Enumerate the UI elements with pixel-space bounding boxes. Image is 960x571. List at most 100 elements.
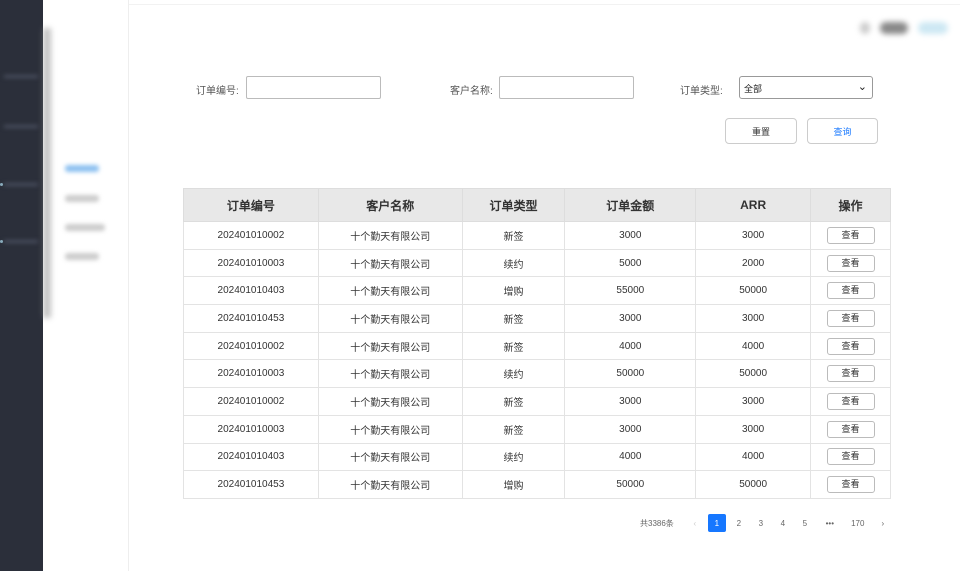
- arr-cell: 3000: [695, 414, 812, 444]
- customer-cell: 十个勤天有限公司: [317, 414, 463, 444]
- arr-cell: 50000: [695, 470, 812, 499]
- page-button[interactable]: 5: [796, 514, 814, 532]
- order-type-value: 全部: [744, 84, 763, 94]
- customer-cell: 十个勤天有限公司: [317, 248, 463, 278]
- sidebar-item[interactable]: [4, 183, 38, 186]
- amount-cell: 3000: [564, 414, 697, 444]
- customer-cell: 十个勤天有限公司: [317, 359, 463, 389]
- view-button[interactable]: 查看: [826, 420, 875, 438]
- column-header: 订单类型: [461, 188, 566, 222]
- view-button[interactable]: 查看: [826, 392, 875, 410]
- customer-cell: 十个勤天有限公司: [317, 331, 463, 361]
- order-no-cell: 202401010453: [183, 304, 319, 333]
- amount-cell: 5000: [564, 248, 697, 278]
- action-cell: 查看: [810, 331, 891, 361]
- customer-cell: 十个勤天有限公司: [317, 304, 463, 333]
- order-no-cell: 202401010002: [183, 221, 319, 250]
- table-row: 202401010403 十个勤天有限公司 续约 4000 4000 查看: [183, 442, 891, 472]
- view-button[interactable]: 查看: [826, 309, 875, 327]
- view-button[interactable]: 查看: [826, 448, 875, 466]
- order-type-cell: 续约: [461, 359, 566, 389]
- order-type-select[interactable]: 全部 ⌄: [739, 76, 873, 99]
- amount-cell: 3000: [564, 387, 697, 416]
- page-button[interactable]: 1: [707, 514, 726, 532]
- total-count: 共3386条: [640, 518, 674, 528]
- amount-cell: 50000: [564, 359, 697, 389]
- action-cell: 查看: [810, 359, 891, 389]
- order-type-cell: 增购: [461, 276, 566, 306]
- page-button[interactable]: 170: [846, 514, 870, 532]
- action-cell: 查看: [810, 304, 891, 333]
- reset-button[interactable]: 重置: [725, 118, 797, 144]
- sidebar-item[interactable]: [4, 75, 38, 78]
- order-type-cell: 新签: [461, 221, 566, 250]
- amount-cell: 4000: [564, 442, 697, 472]
- sidebar-item[interactable]: [4, 240, 38, 243]
- table-row: 202401010002 十个勤天有限公司 新签 3000 3000 查看: [183, 221, 891, 250]
- view-button[interactable]: 查看: [826, 226, 875, 244]
- submenu-item-active[interactable]: [65, 165, 99, 172]
- order-no-input[interactable]: [246, 76, 381, 99]
- active-indicator: [0, 183, 3, 186]
- chevron-down-icon: ⌄: [857, 81, 867, 93]
- order-no-cell: 202401010403: [183, 276, 319, 306]
- submenu-shadow: [43, 28, 51, 318]
- customer-cell: 十个勤天有限公司: [317, 387, 463, 416]
- order-type-cell: 续约: [461, 248, 566, 278]
- next-page-button[interactable]: ›: [874, 514, 892, 532]
- column-header: ARR: [695, 188, 812, 222]
- more-pages-button[interactable]: •••: [818, 514, 842, 532]
- order-no-cell: 202401010453: [183, 470, 319, 499]
- amount-cell: 55000: [564, 276, 697, 306]
- submenu-item[interactable]: [65, 253, 99, 260]
- submenu: [43, 0, 129, 571]
- pagination: 共3386条 ‹ 1 2 3 4 5 ••• 170 ›: [640, 514, 896, 532]
- customer-cell: 十个勤天有限公司: [317, 442, 463, 472]
- logout-link[interactable]: [918, 22, 948, 34]
- table-row: 202401010002 十个勤天有限公司 新签 3000 3000 查看: [183, 387, 891, 416]
- column-header: 订单金额: [564, 188, 697, 222]
- order-type-cell: 新签: [461, 387, 566, 416]
- arr-cell: 50000: [695, 276, 812, 306]
- order-type-cell: 新签: [461, 304, 566, 333]
- prev-page-button[interactable]: ‹: [686, 514, 704, 532]
- customer-input[interactable]: [499, 76, 634, 99]
- sidebar-item[interactable]: [4, 125, 38, 128]
- order-type-label: 订单类型:: [680, 86, 723, 97]
- action-cell: 查看: [810, 248, 891, 278]
- orders-table: 订单编号 客户名称 订单类型 订单金额 ARR 操作 202401010002 十个勤天有限…: [183, 188, 891, 499]
- table-row: 202401010003 十个勤天有限公司 续约 5000 2000 查看: [183, 248, 891, 278]
- arr-cell: 3000: [695, 221, 812, 250]
- page-button[interactable]: 2: [730, 514, 748, 532]
- avatar[interactable]: [860, 22, 870, 34]
- action-cell: 查看: [810, 221, 891, 250]
- order-no-cell: 202401010002: [183, 387, 319, 416]
- column-header: 订单编号: [183, 188, 319, 222]
- action-cell: 查看: [810, 470, 891, 499]
- arr-cell: 3000: [695, 304, 812, 333]
- view-button[interactable]: 查看: [826, 282, 875, 300]
- page-button[interactable]: 3: [752, 514, 770, 532]
- user-name[interactable]: [880, 22, 908, 34]
- table-row: 202401010453 十个勤天有限公司 增购 50000 50000 查看: [183, 470, 891, 499]
- view-button[interactable]: 查看: [826, 476, 875, 494]
- order-no-label: 订单编号:: [196, 86, 239, 97]
- customer-cell: 十个勤天有限公司: [317, 470, 463, 499]
- search-button[interactable]: 查询: [807, 118, 878, 144]
- view-button[interactable]: 查看: [826, 337, 875, 355]
- active-indicator: [0, 240, 3, 243]
- action-cell: 查看: [810, 442, 891, 472]
- action-cell: 查看: [810, 276, 891, 306]
- view-button[interactable]: 查看: [826, 254, 875, 272]
- top-bar: [129, 0, 960, 5]
- submenu-item[interactable]: [65, 224, 105, 231]
- submenu-item[interactable]: [65, 195, 99, 202]
- customer-cell: 十个勤天有限公司: [317, 276, 463, 306]
- arr-cell: 4000: [695, 331, 812, 361]
- order-type-cell: 续约: [461, 442, 566, 472]
- order-no-cell: 202401010403: [183, 442, 319, 472]
- order-no-cell: 202401010003: [183, 414, 319, 444]
- view-button[interactable]: 查看: [826, 365, 875, 383]
- arr-cell: 2000: [695, 248, 812, 278]
- page-button[interactable]: 4: [774, 514, 792, 532]
